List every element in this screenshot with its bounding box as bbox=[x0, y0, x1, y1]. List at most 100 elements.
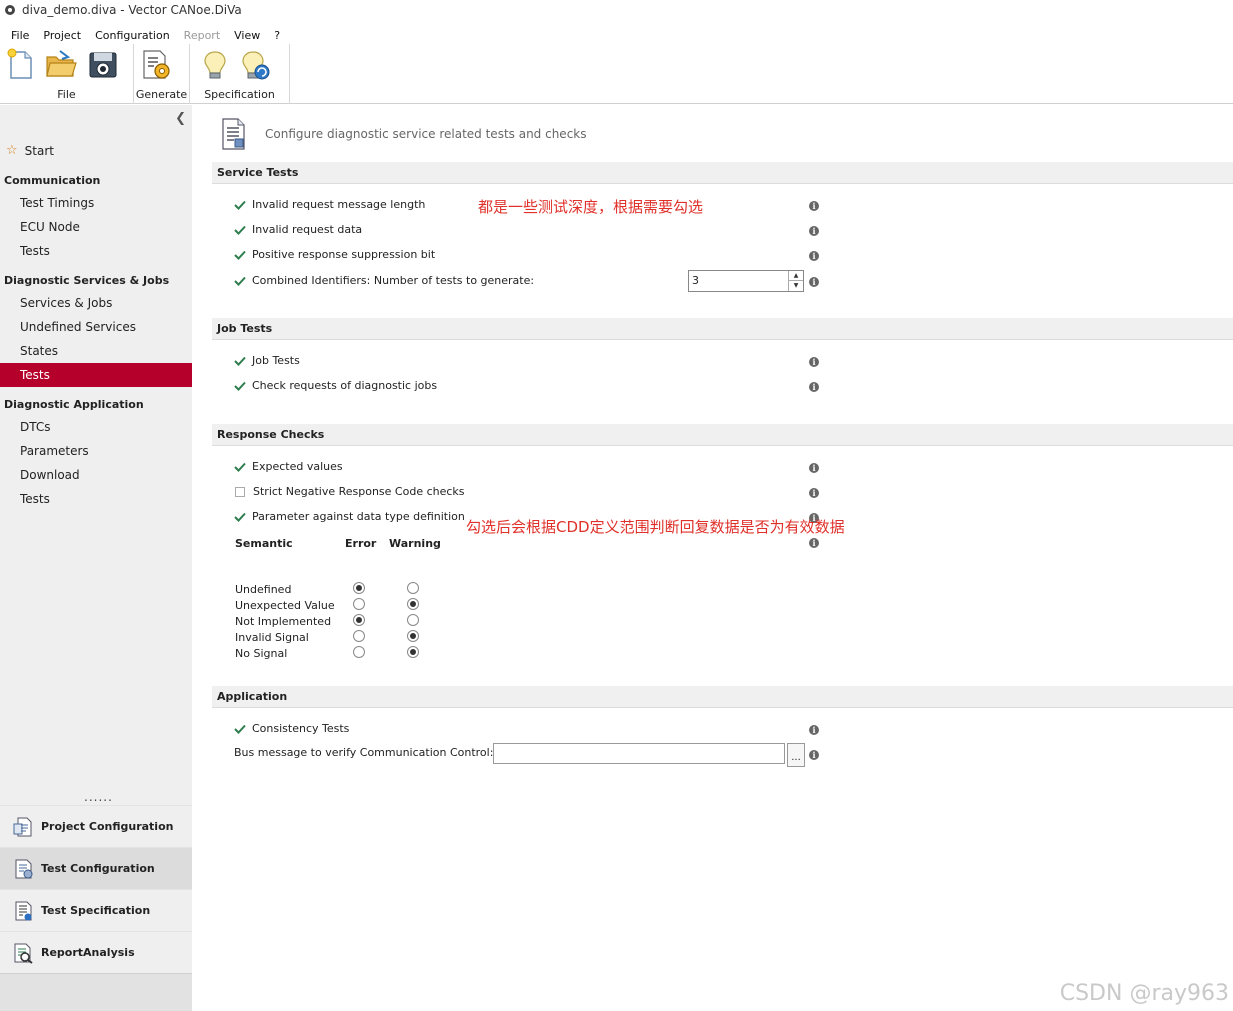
info-icon[interactable]: i bbox=[809, 463, 819, 473]
test-spec-icon bbox=[15, 901, 32, 920]
info-icon[interactable]: i bbox=[809, 357, 819, 367]
check-expected-values-label: Expected values bbox=[252, 460, 343, 473]
lightbulb-refresh-icon[interactable] bbox=[238, 48, 272, 82]
sidebar-item-services-tests[interactable]: Tests bbox=[0, 363, 192, 387]
sidebar-item-ecu-node[interactable]: ECU Node bbox=[0, 215, 192, 239]
menu-project[interactable]: Project bbox=[36, 29, 88, 42]
radio-undefined-error[interactable] bbox=[353, 582, 365, 594]
info-icon[interactable]: i bbox=[809, 538, 819, 548]
check-requests-diagnostic-jobs[interactable]: Check requests of diagnostic jobs bbox=[234, 379, 437, 392]
section-application: Application bbox=[212, 686, 1233, 708]
sidebar-item-parameters[interactable]: Parameters bbox=[0, 439, 192, 463]
semantic-row-label: Undefined bbox=[235, 583, 292, 596]
check-requests-diagnostic-jobs-label: Check requests of diagnostic jobs bbox=[252, 379, 438, 392]
star-icon: ☆ bbox=[6, 143, 18, 158]
check-combined-identifiers-label: Combined Identifiers: Number of tests to… bbox=[252, 274, 535, 287]
splitter-handle[interactable]: ...... bbox=[84, 790, 113, 804]
chevron-left-icon[interactable]: ❮ bbox=[175, 111, 186, 126]
radio-unexpected-error[interactable] bbox=[353, 598, 365, 610]
check-expected-values[interactable]: Expected values bbox=[234, 460, 343, 473]
app-icon bbox=[5, 5, 15, 15]
checkmark-icon bbox=[234, 199, 246, 211]
stepper-down-icon[interactable]: ▼ bbox=[789, 281, 803, 291]
menu-configuration[interactable]: Configuration bbox=[88, 29, 177, 42]
check-parameter-data-type[interactable]: Parameter against data type definition bbox=[234, 510, 465, 523]
check-positive-response-suppression-label: Positive response suppression bit bbox=[252, 248, 436, 261]
radio-invalid-signal-warning[interactable] bbox=[407, 630, 419, 642]
semantic-row-label: Unexpected Value bbox=[235, 599, 335, 612]
table-header-warning: Warning bbox=[389, 537, 441, 550]
nav-test-specification-label: Test Specification bbox=[41, 904, 151, 917]
check-consistency-tests[interactable]: Consistency Tests bbox=[234, 722, 349, 735]
ribbon-group-generate: Generate bbox=[134, 44, 190, 104]
sidebar-item-start[interactable]: ☆ Start bbox=[6, 143, 54, 158]
combined-tests-stepper[interactable]: 3 ▲ ▼ bbox=[688, 270, 804, 292]
checkmark-icon bbox=[234, 355, 246, 367]
check-strict-nrc[interactable]: Strict Negative Response Code checks bbox=[234, 485, 465, 498]
nav-test-configuration-label: Test Configuration bbox=[41, 862, 155, 875]
sidebar-item-application-tests[interactable]: Tests bbox=[0, 487, 192, 511]
save-diva-icon[interactable] bbox=[86, 48, 120, 82]
sidebar: ❮ ☆ Start Communication Test Timings ECU… bbox=[0, 105, 192, 1011]
nav-project-configuration[interactable]: Project Configuration bbox=[0, 805, 192, 847]
table-header-error: Error bbox=[345, 537, 377, 550]
annotation-note-depth: 都是一些测试深度，根据需要勾选 bbox=[478, 198, 704, 216]
semantic-row-label: Not Implemented bbox=[235, 615, 332, 628]
info-icon[interactable]: i bbox=[809, 750, 819, 760]
nav-project-configuration-label: Project Configuration bbox=[41, 820, 174, 833]
nav-report-analysis[interactable]: ReportAnalysis bbox=[0, 931, 192, 973]
new-file-icon[interactable] bbox=[4, 48, 38, 82]
open-folder-icon[interactable] bbox=[44, 48, 78, 82]
check-invalid-request-data-label: Invalid request data bbox=[252, 223, 363, 236]
radio-no-signal-error[interactable] bbox=[353, 646, 365, 658]
sidebar-item-test-timings[interactable]: Test Timings bbox=[0, 191, 192, 215]
sidebar-item-services-jobs[interactable]: Services & Jobs bbox=[0, 291, 192, 315]
combined-tests-value: 3 bbox=[692, 274, 699, 287]
check-parameter-data-type-label: Parameter against data type definition bbox=[252, 510, 465, 523]
info-icon[interactable]: i bbox=[809, 488, 819, 498]
nav-test-configuration[interactable]: Test Configuration bbox=[0, 847, 192, 889]
radio-not-implemented-error[interactable] bbox=[353, 614, 365, 626]
sidebar-item-undefined-services[interactable]: Undefined Services bbox=[0, 315, 192, 339]
bus-message-input[interactable] bbox=[493, 743, 785, 764]
check-invalid-request-length[interactable]: Invalid request message length bbox=[234, 198, 425, 211]
nav-report-analysis-label: ReportAnalysis bbox=[41, 946, 135, 959]
stepper-up-icon[interactable]: ▲ bbox=[789, 271, 803, 281]
checkmark-icon bbox=[234, 224, 246, 236]
info-icon[interactable]: i bbox=[809, 226, 819, 236]
sidebar-item-states[interactable]: States bbox=[0, 339, 192, 363]
radio-undefined-warning[interactable] bbox=[407, 582, 419, 594]
check-positive-response-suppression[interactable]: Positive response suppression bit bbox=[234, 248, 435, 261]
ribbon-group-file-label: File bbox=[57, 88, 76, 101]
section-job-tests: Job Tests bbox=[212, 318, 1233, 340]
check-invalid-request-data[interactable]: Invalid request data bbox=[234, 223, 362, 236]
sidebar-item-dtcs[interactable]: DTCs bbox=[0, 415, 192, 439]
sidebar-item-download[interactable]: Download bbox=[0, 463, 192, 487]
check-job-tests[interactable]: Job Tests bbox=[234, 354, 300, 367]
menu-help[interactable]: ? bbox=[267, 29, 287, 42]
radio-unexpected-warning[interactable] bbox=[407, 598, 419, 610]
info-icon[interactable]: i bbox=[809, 251, 819, 261]
menu-view[interactable]: View bbox=[227, 29, 267, 42]
sidebar-section-services-jobs: Diagnostic Services & Jobs bbox=[4, 274, 170, 287]
window-title: diva_demo.diva - Vector CANoe.DiVa bbox=[22, 3, 242, 17]
sidebar-section-communication: Communication bbox=[4, 174, 101, 187]
check-combined-identifiers[interactable]: Combined Identifiers: Number of tests to… bbox=[234, 274, 534, 287]
lightbulb-icon[interactable] bbox=[198, 48, 232, 82]
radio-not-implemented-warning[interactable] bbox=[407, 614, 419, 626]
sidebar-item-start-label: Start bbox=[24, 143, 54, 158]
app-window: diva_demo.diva - Vector CANoe.DiVa File … bbox=[0, 0, 1233, 1011]
menu-report: Report bbox=[183, 28, 221, 42]
radio-invalid-signal-error[interactable] bbox=[353, 630, 365, 642]
info-icon[interactable]: i bbox=[809, 201, 819, 211]
watermark: CSDN @ray963 bbox=[1059, 981, 1229, 1006]
info-icon[interactable]: i bbox=[809, 725, 819, 735]
menu-file[interactable]: File bbox=[4, 29, 36, 42]
sidebar-item-communication-tests[interactable]: Tests bbox=[0, 239, 192, 263]
generate-icon[interactable] bbox=[140, 48, 174, 82]
nav-test-specification[interactable]: Test Specification bbox=[0, 889, 192, 931]
info-icon[interactable]: i bbox=[809, 382, 819, 392]
bus-message-browse-button[interactable]: ... bbox=[787, 743, 805, 767]
info-icon[interactable]: i bbox=[809, 277, 819, 287]
radio-no-signal-warning[interactable] bbox=[407, 646, 419, 658]
